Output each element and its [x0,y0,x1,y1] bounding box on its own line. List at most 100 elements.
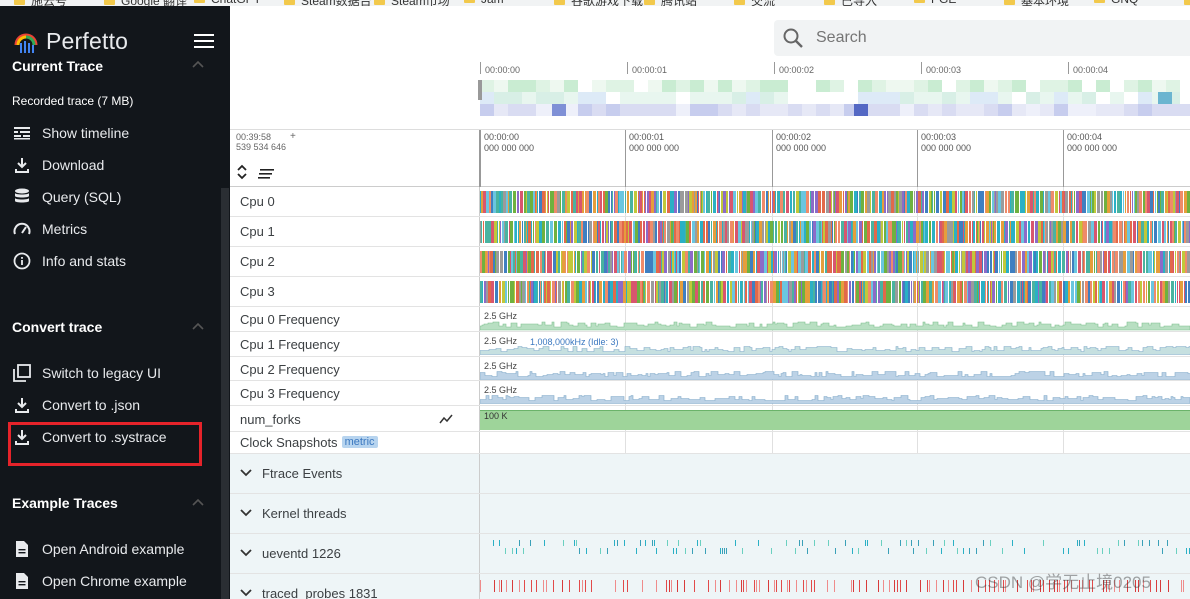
track-cpu-1[interactable]: Cpu 1 [230,217,1190,247]
search-box[interactable] [774,20,1190,56]
sidebar-item-metrics[interactable]: Metrics [12,218,87,240]
track-content[interactable] [480,217,1190,246]
cpu-slice [982,251,983,273]
track-cpu-frequency-3[interactable]: Cpu 3 Frequency 2.5 GHz [230,381,1190,406]
chevron-up-icon[interactable] [192,498,204,506]
track-cpu-frequency-1[interactable]: Cpu 1 Frequency 2.5 GHz 1,008,000kHz (Idle… [230,332,1190,357]
thread-state-mark [715,579,716,592]
track-content[interactable] [480,187,1190,216]
track-group-0[interactable]: Ftrace Events [230,453,1190,494]
frequency-graph[interactable] [480,307,1190,331]
trending-icon[interactable] [439,414,453,424]
overview-timeline[interactable]: 00:00:00 00:00:01 00:00:02 00:00:03 00:00:04 [230,60,1190,130]
brand[interactable]: Perfetto [12,26,128,56]
track-content[interactable] [480,534,1190,573]
sidebar-item-info-and-stats[interactable]: Info and stats [12,250,126,272]
cpu-slice [614,221,617,243]
track-cpu-frequency-0[interactable]: Cpu 0 Frequency 2.5 GHz [230,307,1190,332]
cpu-slices[interactable] [480,277,1190,306]
track-shell[interactable]: Ftrace Events [230,453,480,493]
track-shell[interactable]: Cpu 3 [230,277,480,306]
track-shell[interactable]: traced_probes 1831 [230,573,480,599]
chevron-down-icon[interactable] [240,509,252,517]
section-convert-trace[interactable]: Convert trace [12,319,102,335]
track-content[interactable]: 2.5 GHz [480,381,1190,405]
track-content[interactable] [480,432,1190,453]
track-num-forks[interactable]: num_forks 100 K [230,405,1190,432]
track-group-header[interactable]: Kernel threads [240,506,347,521]
cpu-slice [633,251,634,273]
sidebar-item-download[interactable]: Download [12,154,104,176]
track-cpu-3[interactable]: Cpu 3 [230,277,1190,307]
track-content[interactable] [480,247,1190,276]
track-shell[interactable]: Kernel threads [230,493,480,533]
track-shell[interactable]: Clock Snapshots metric [230,431,480,453]
track-shell[interactable]: Cpu 2 [230,247,480,276]
track-cpu-0[interactable]: Cpu 0 [230,187,1190,217]
track-shell[interactable]: Cpu 1 [230,217,480,246]
section-current-trace[interactable]: Current Trace [12,58,103,74]
sidebar-scrollbar[interactable] [221,188,229,599]
track-group-1[interactable]: Kernel threads [230,493,1190,534]
cpu-slice [832,221,833,243]
track-name: Clock Snapshots metric [240,435,378,450]
track-content[interactable]: 2.5 GHz [480,357,1190,381]
sidebar-item-open-android-example[interactable]: Open Android example [12,538,184,560]
cpu-slice [634,251,637,273]
track-content[interactable] [480,277,1190,306]
sidebar-item-show-timeline[interactable]: Show timeline [12,122,129,144]
track-content[interactable]: 2.5 GHz 1,008,000kHz (Idle: 3) [480,332,1190,356]
cpu-slice [790,191,792,213]
sidebar-item-convert-json[interactable]: Convert to .json [12,394,140,416]
track-shell[interactable]: Cpu 2 Frequency [230,356,480,380]
cpu-slice [839,191,842,213]
track-shell[interactable]: Cpu 3 Frequency [230,381,480,405]
overview-heat-cell [620,104,634,116]
track-shell[interactable]: Cpu 0 Frequency [230,307,480,331]
track-clock-snapshots[interactable]: Clock Snapshots metric [230,431,1190,454]
time-axis-header[interactable]: 00:39:58 + 539 534 646 00:00:00 000 000 0… [230,130,1190,187]
track-shell[interactable]: Cpu 0 [230,187,480,216]
track-group-header[interactable]: ueventd 1226 [240,546,341,561]
frequency-graph[interactable] [480,357,1190,381]
track-group-header[interactable]: traced_probes 1831 [240,586,378,599]
sort-lines-icon[interactable] [257,168,275,180]
chevron-up-icon[interactable] [192,322,204,330]
track-shell[interactable]: ueventd 1226 [230,533,480,573]
sidebar-item-query-sql[interactable]: Query (SQL) [12,186,121,208]
menu-icon[interactable] [194,34,214,50]
search-input[interactable] [816,29,1116,47]
cpu-slices[interactable] [480,217,1190,246]
track-shell[interactable]: Cpu 1 Frequency [230,332,480,356]
track-content[interactable]: 100 K [480,406,1190,431]
overview-heatmap[interactable] [480,80,1190,130]
chevron-down-icon[interactable] [240,589,252,597]
track-content[interactable]: 2.5 GHz [480,307,1190,331]
sidebar-item-switch-legacy-ui[interactable]: Switch to legacy UI [12,362,161,384]
time-tick-ns: 000 000 000 [921,143,972,153]
track-content[interactable] [480,494,1190,533]
overview-heat-cell [854,104,868,116]
overview-drag-handle[interactable] [478,80,482,100]
thread-state-mark [900,579,901,592]
track-content[interactable] [480,454,1190,493]
cpu-slice [638,191,639,213]
frequency-graph[interactable] [480,381,1190,405]
track-shell[interactable]: num_forks [230,405,480,431]
cpu-slices[interactable] [480,187,1190,216]
chevron-down-icon[interactable] [240,549,252,557]
chevron-down-icon[interactable] [240,469,252,477]
thread-state-summary[interactable] [480,534,1190,573]
track-cpu-2[interactable]: Cpu 2 [230,247,1190,277]
expand-collapse-icon[interactable] [236,163,248,181]
cpu-slice [694,251,697,273]
chevron-up-icon[interactable] [192,60,204,68]
track-cpu-frequency-2[interactable]: Cpu 2 Frequency 2.5 GHz [230,356,1190,381]
cpu-slice [802,281,805,303]
sidebar-item-open-chrome-example[interactable]: Open Chrome example [12,570,187,592]
cpu-slice [667,191,670,213]
cpu-slice [491,281,494,303]
cpu-slices[interactable] [480,247,1190,276]
section-example-traces[interactable]: Example Traces [12,495,118,511]
track-group-header[interactable]: Ftrace Events [240,466,342,481]
